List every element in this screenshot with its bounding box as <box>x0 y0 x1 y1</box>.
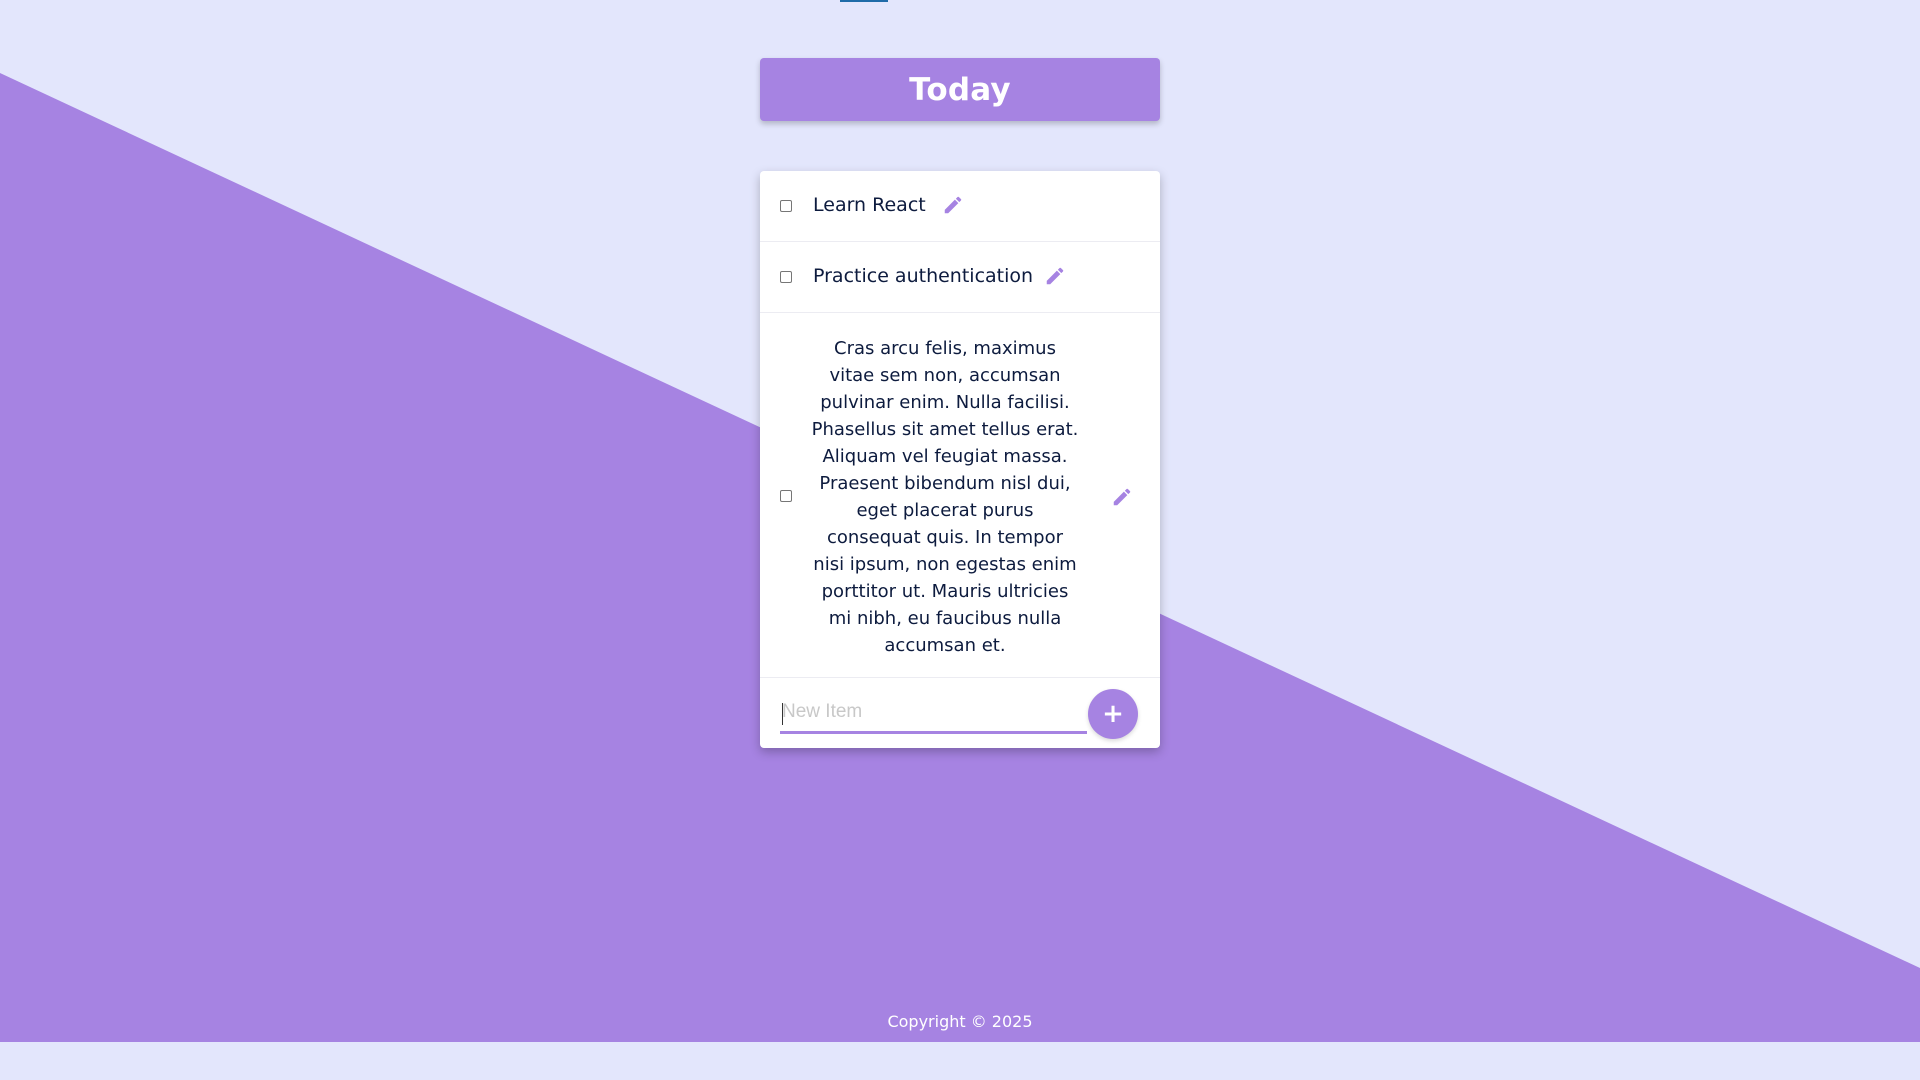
page-title: Today <box>909 71 1011 108</box>
todo-item-label: Cras arcu felis, maximus vitae sem non, … <box>811 338 1079 656</box>
todo-item: Practice authentication <box>760 242 1160 313</box>
todo-item-label: Practice authentication <box>813 265 1034 287</box>
todo-item: Learn React <box>760 171 1160 242</box>
pencil-icon[interactable] <box>1044 265 1066 287</box>
pencil-icon[interactable] <box>942 194 964 216</box>
todo-item-label: Learn React <box>813 194 926 216</box>
new-item-row: + <box>760 678 1160 748</box>
add-item-button[interactable]: + <box>1088 689 1138 739</box>
top-link-underline <box>840 0 888 2</box>
todo-card: Learn React Practice authentication Cras… <box>760 171 1160 748</box>
todo-checkbox[interactable] <box>780 490 792 502</box>
title-box: Today <box>760 58 1160 121</box>
pencil-icon[interactable] <box>1111 486 1133 508</box>
todo-checkbox[interactable] <box>780 200 792 212</box>
todo-checkbox[interactable] <box>780 271 792 283</box>
text-caret <box>782 703 783 725</box>
new-item-input[interactable] <box>780 692 1087 734</box>
footer-copyright: Copyright © 2025 <box>887 1012 1033 1031</box>
todo-item: Cras arcu felis, maximus vitae sem non, … <box>760 313 1160 678</box>
page: Today Learn React Practice authenticatio… <box>0 0 1920 1080</box>
